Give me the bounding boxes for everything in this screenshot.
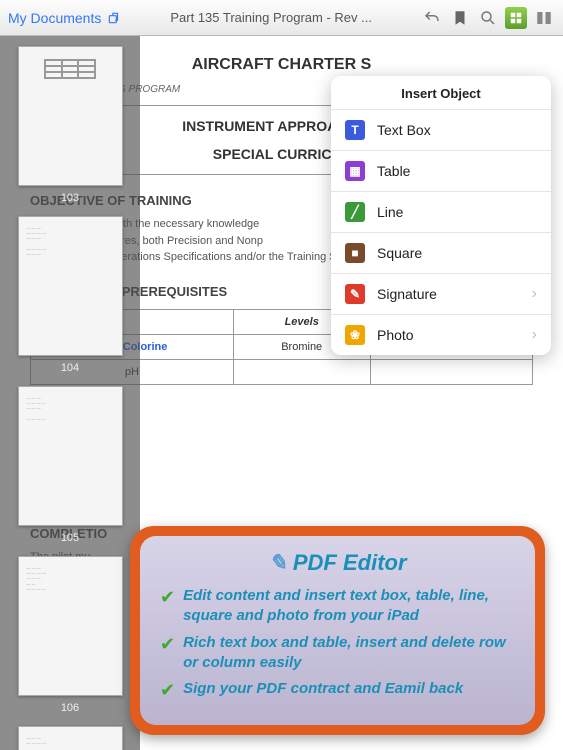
check-icon: ✔ [160, 634, 175, 655]
toolbar-actions [421, 7, 555, 29]
popover-item-label: Photo [377, 327, 414, 343]
check-icon: ✔ [160, 680, 175, 701]
page-thumbnail[interactable]: — — —— — — —— — —— — — —— — — [18, 216, 123, 356]
popover-item-label: Signature [377, 286, 437, 302]
popover-item-table[interactable]: ▦ Table [331, 150, 551, 191]
promo-line: ✔ Rich text box and table, insert and del… [160, 633, 515, 674]
promo-title: ✎ PDF Editor [160, 550, 515, 576]
page-thumbnail[interactable] [18, 46, 123, 186]
thumbnail-page-number: 104 [0, 362, 140, 374]
search-button[interactable] [477, 7, 499, 29]
popover-item-square[interactable]: ■ Square [331, 232, 551, 273]
pen-icon: ✎ [268, 550, 286, 576]
thumbnail-page-number: 105 [0, 532, 140, 544]
thumbnail-page-number: 106 [0, 702, 140, 714]
thumbnail-sidebar[interactable]: 103 — — —— — — —— — —— — — —— — — 104 — … [0, 36, 140, 750]
insert-object-button[interactable] [505, 7, 527, 29]
document-title: Part 135 Training Program - Rev ... [121, 10, 421, 25]
signature-icon: ✎ [345, 284, 365, 304]
content-area: AIRCRAFT CHARTER S PART 135 TRAINING PRO… [0, 36, 563, 750]
promo-callout: ✎ PDF Editor ✔ Edit content and insert te… [130, 526, 545, 735]
check-icon: ✔ [160, 587, 175, 608]
line-icon: ╱ [345, 202, 365, 222]
popover-item-signature[interactable]: ✎ Signature › [331, 273, 551, 314]
promo-text: Sign your PDF contract and Eamil back [183, 679, 463, 699]
popover-item-label: Square [377, 245, 422, 261]
back-label: My Documents [8, 10, 101, 26]
share-icon [107, 11, 121, 25]
chevron-right-icon: › [532, 326, 537, 344]
table-icon: ▦ [345, 161, 365, 181]
promo-text: Rich text box and table, insert and dele… [183, 633, 515, 674]
popover-item-label: Line [377, 204, 403, 220]
popover-item-label: Text Box [377, 122, 431, 138]
text-box-icon: T [345, 120, 365, 140]
page-thumbnail[interactable]: — — —— — — — [18, 726, 123, 750]
undo-button[interactable] [421, 7, 443, 29]
thumbnail-page-number: 103 [0, 192, 140, 204]
page-thumbnail[interactable]: — — —— — — —— — —— — — — [18, 386, 123, 526]
popover-title: Insert Object [331, 76, 551, 109]
back-button[interactable]: My Documents [8, 10, 121, 26]
top-toolbar: My Documents Part 135 Training Program -… [0, 0, 563, 36]
square-icon: ■ [345, 243, 365, 263]
popover-item-photo[interactable]: ❀ Photo › [331, 314, 551, 355]
promo-text: Edit content and insert text box, table,… [183, 586, 515, 627]
promo-line: ✔ Sign your PDF contract and Eamil back [160, 679, 515, 701]
popover-item-label: Table [377, 163, 410, 179]
page-thumbnail[interactable]: — — —— — — —— — —— —— — — — [18, 556, 123, 696]
popover-item-text-box[interactable]: T Text Box [331, 109, 551, 150]
bookmark-button[interactable] [449, 7, 471, 29]
promo-line: ✔ Edit content and insert text box, table… [160, 586, 515, 627]
popover-item-line[interactable]: ╱ Line [331, 191, 551, 232]
chevron-right-icon: › [532, 285, 537, 303]
insert-object-popover: Insert Object T Text Box ▦ Table ╱ Line ■ Squar… [331, 76, 551, 355]
view-mode-button[interactable] [533, 7, 555, 29]
photo-icon: ❀ [345, 325, 365, 345]
